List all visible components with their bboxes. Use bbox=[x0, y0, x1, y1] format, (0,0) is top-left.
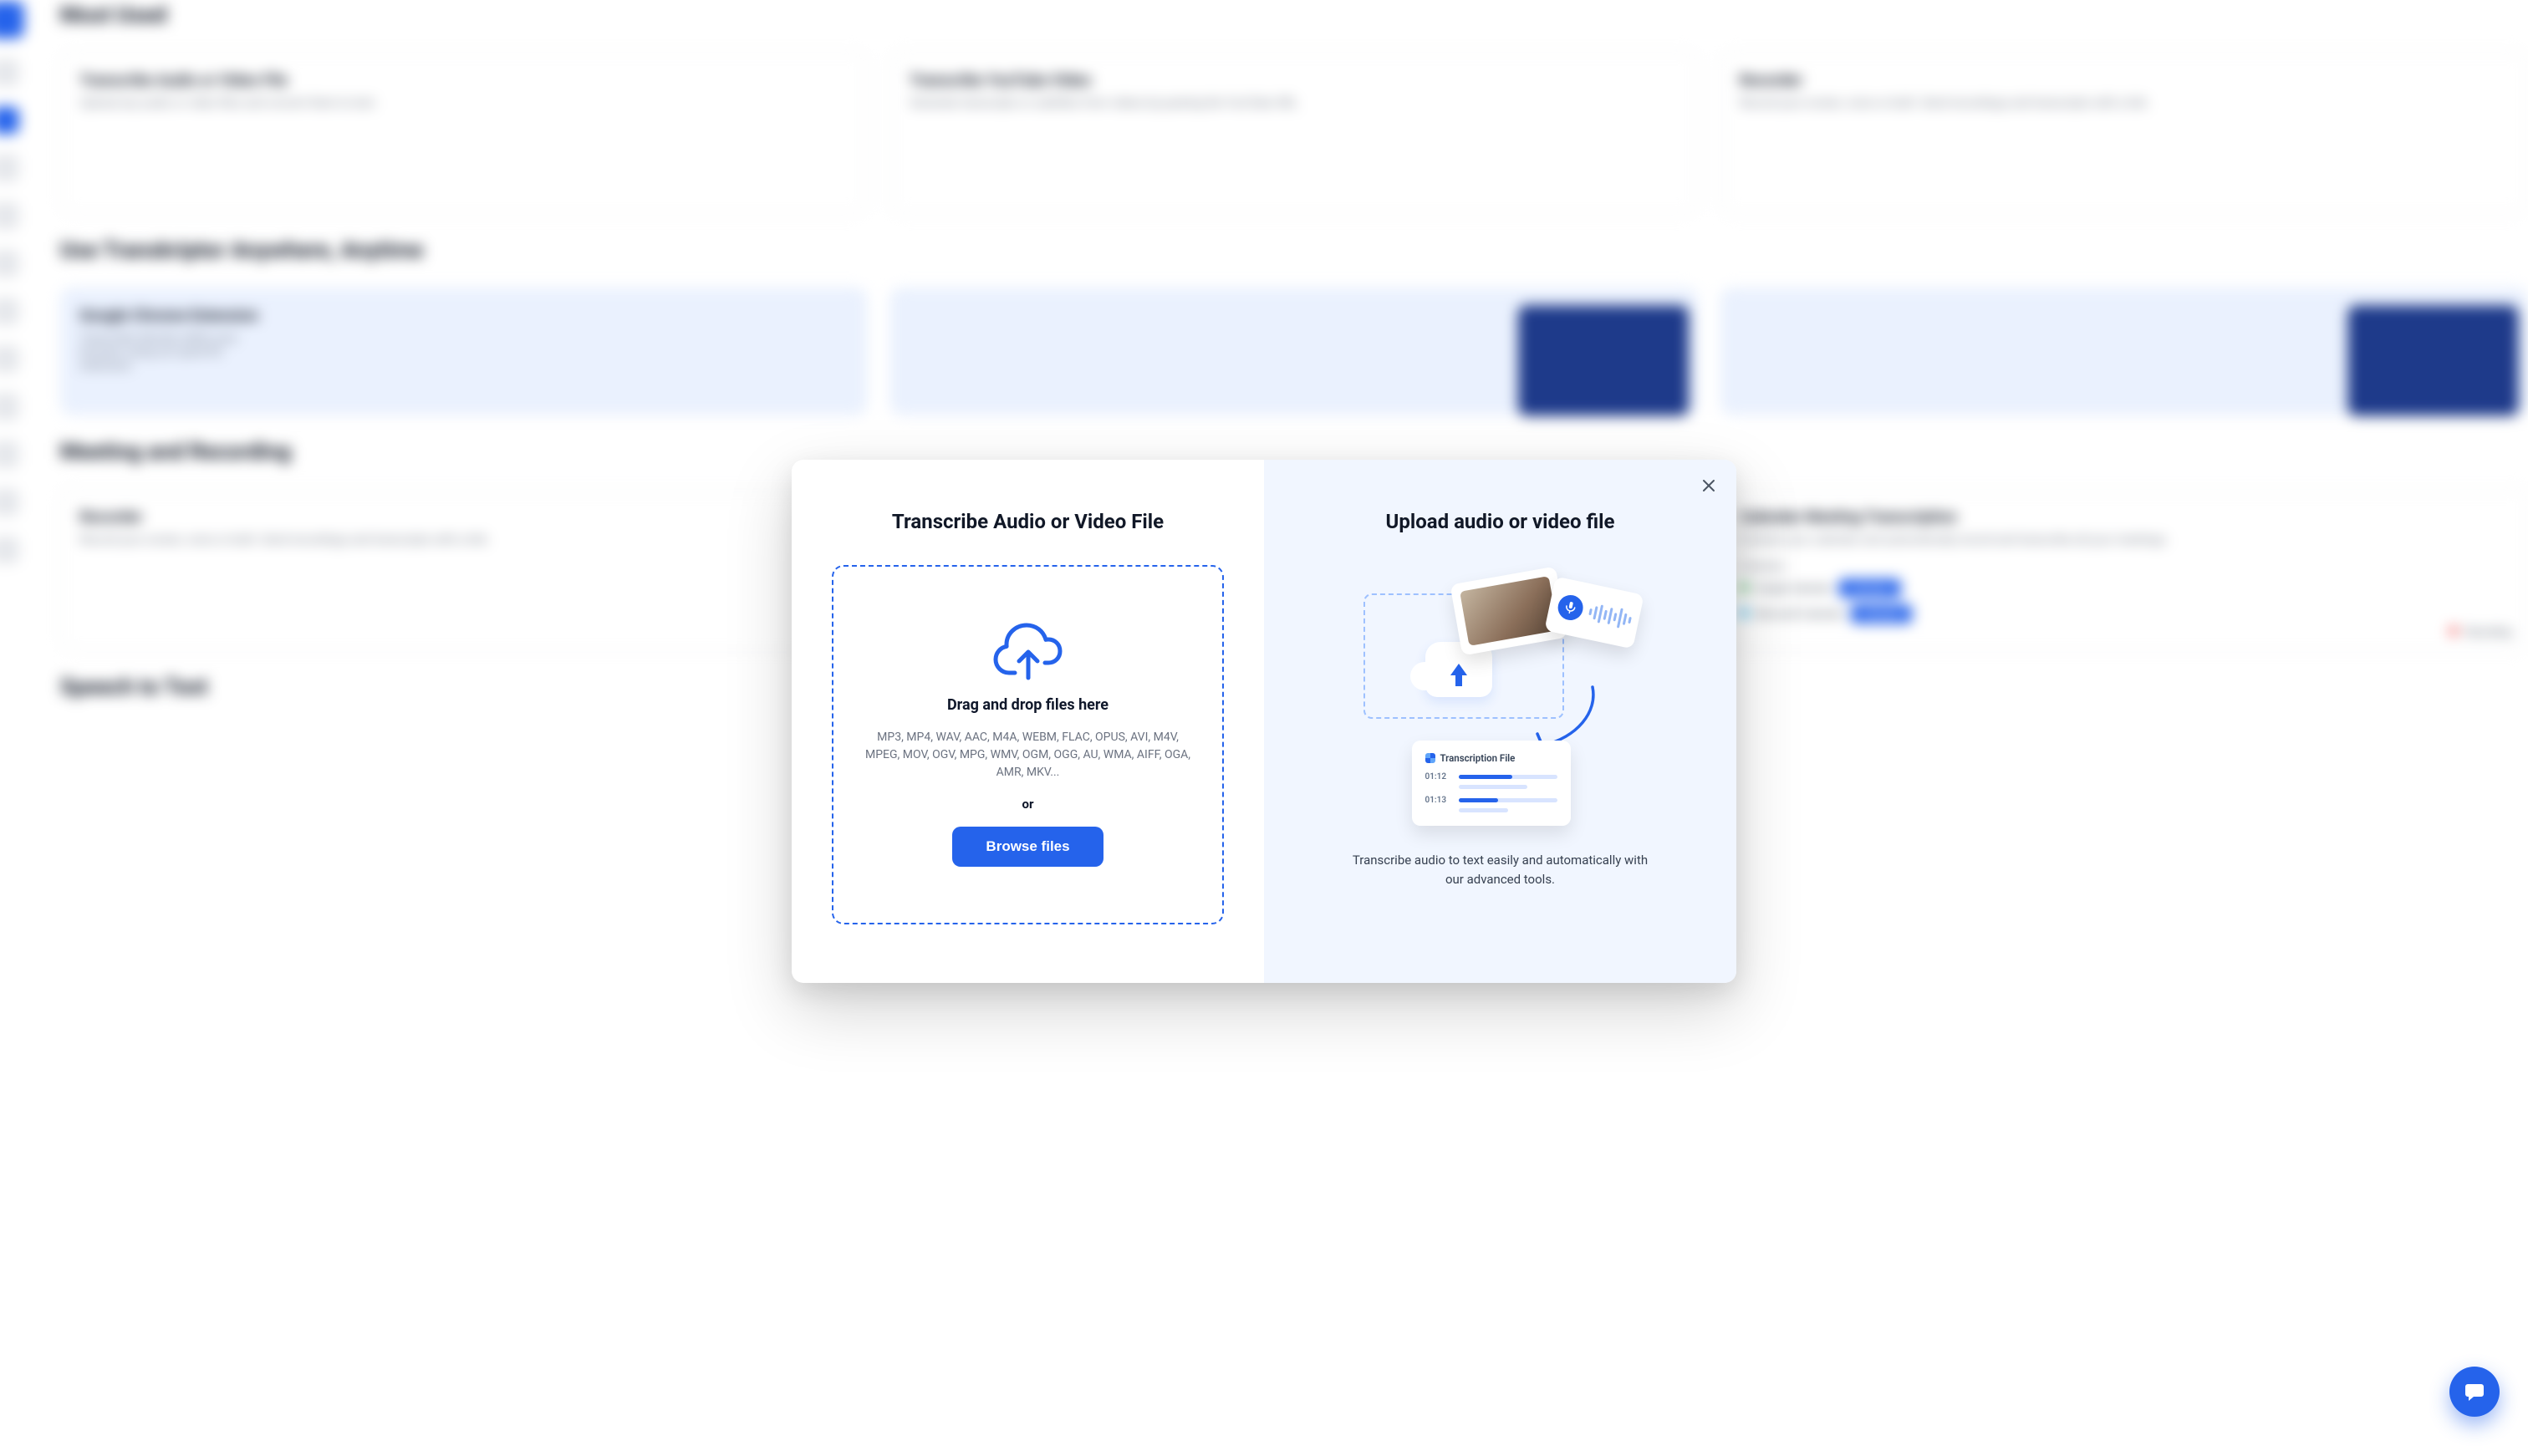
upload-modal: Transcribe Audio or Video File Drag and … bbox=[792, 460, 1736, 983]
timestamp-1: 01:12 bbox=[1425, 772, 1450, 781]
or-separator: or bbox=[1022, 797, 1034, 812]
cloud-upload-icon bbox=[993, 623, 1063, 681]
upload-illustration: Transcription File 01:12 01:13 bbox=[1358, 560, 1643, 827]
modal-caption: Transcribe audio to text easily and auto… bbox=[1350, 851, 1651, 890]
chat-fab-button[interactable] bbox=[2449, 1367, 2500, 1417]
illustration-card-title: Transcription File bbox=[1425, 752, 1557, 764]
browse-files-button[interactable]: Browse files bbox=[952, 827, 1103, 867]
modal-right-panel: Upload audio or video file bbox=[1264, 460, 1736, 983]
close-icon bbox=[1702, 479, 1715, 492]
modal-title-left: Transcribe Audio or Video File bbox=[892, 510, 1164, 533]
file-dropzone[interactable]: Drag and drop files here MP3, MP4, WAV, … bbox=[832, 565, 1224, 924]
modal-title-right: Upload audio or video file bbox=[1386, 510, 1615, 533]
microphone-icon bbox=[1555, 593, 1585, 623]
supported-formats: MP3, MP4, WAV, AAC, M4A, WEBM, FLAC, OPU… bbox=[860, 729, 1195, 781]
chat-icon bbox=[2464, 1381, 2485, 1403]
timestamp-2: 01:13 bbox=[1425, 796, 1450, 805]
modal-overlay: Transcribe Audio or Video File Drag and … bbox=[0, 0, 2528, 1442]
arrow-up-icon bbox=[1450, 664, 1467, 675]
modal-left-panel: Transcribe Audio or Video File Drag and … bbox=[792, 460, 1264, 983]
illustration-transcription-card: Transcription File 01:12 01:13 bbox=[1412, 741, 1571, 826]
dropzone-heading: Drag and drop files here bbox=[947, 696, 1109, 714]
close-button[interactable] bbox=[1696, 473, 1721, 498]
waveform-icon bbox=[1587, 601, 1633, 631]
